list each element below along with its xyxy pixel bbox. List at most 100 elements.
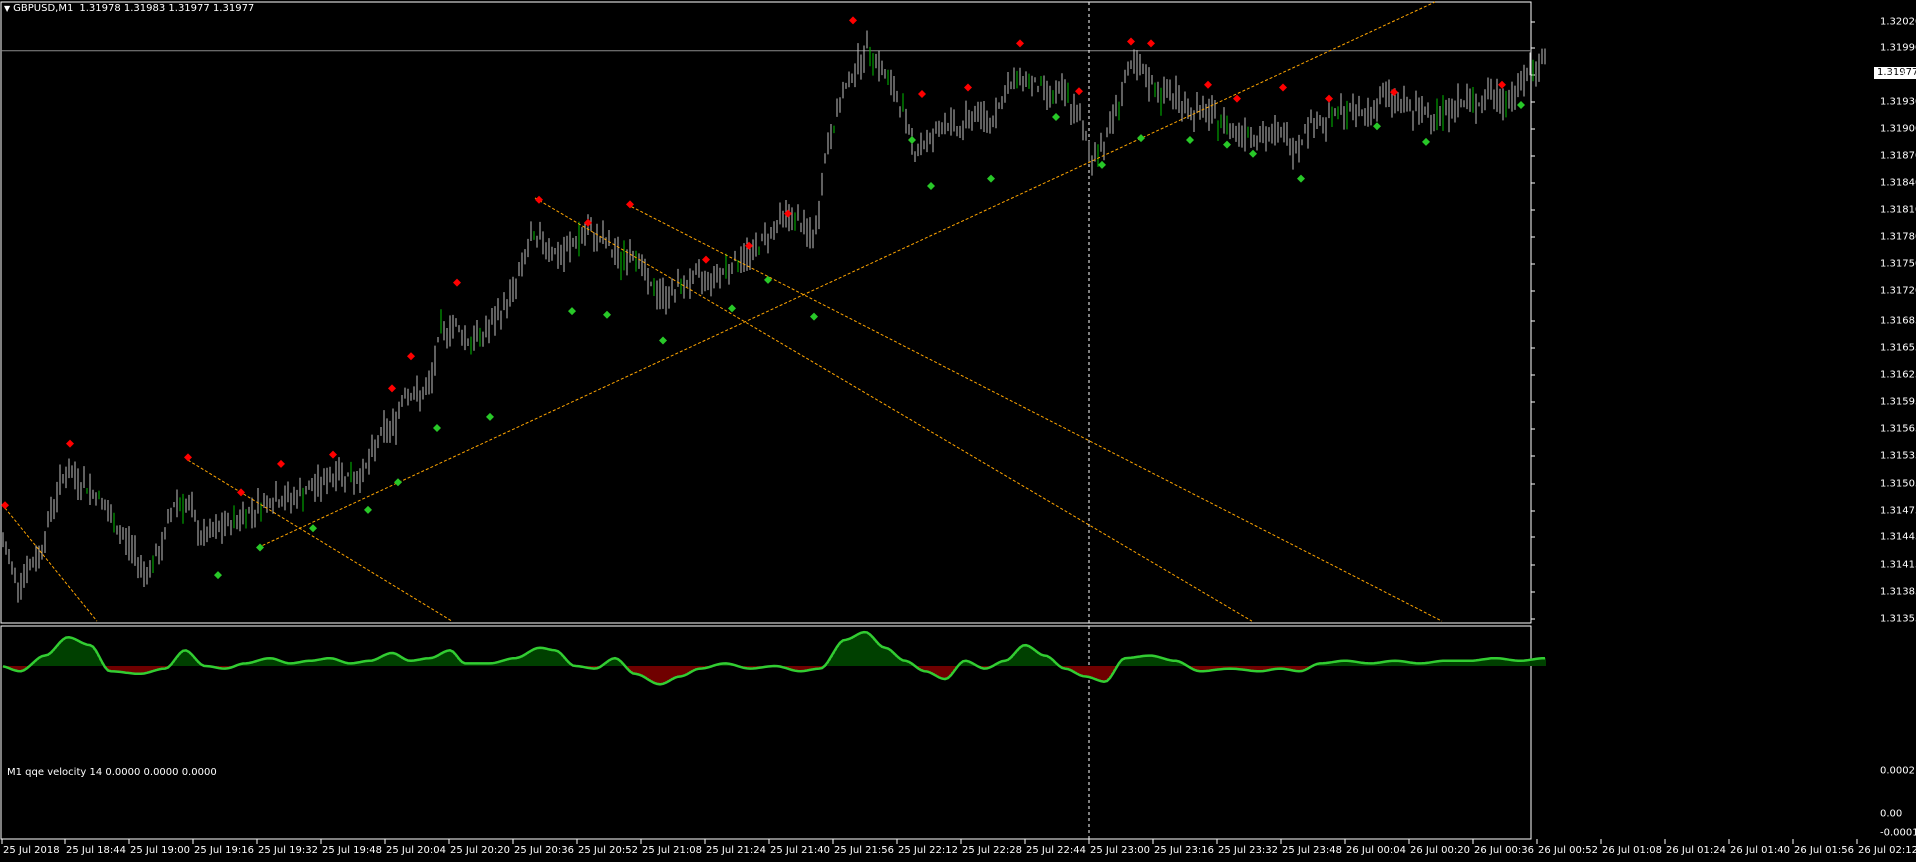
price-tick-label: 1.31720: [1880, 285, 1916, 297]
sell-signal-marker: [388, 384, 396, 393]
buy-signal-marker: [927, 182, 935, 190]
time-tick-label: 25 Jul 23:48: [1282, 845, 1342, 856]
sell-signal-marker: [1016, 39, 1024, 48]
time-tick-label: 25 Jul 22:44: [1026, 845, 1086, 856]
price-tick-label: 1.31505: [1880, 478, 1916, 490]
price-tick-label: 1.31840: [1880, 177, 1916, 189]
price-tick-label: 1.31990: [1880, 42, 1916, 54]
sell-signal-marker: [1147, 39, 1155, 48]
time-tick-label: 26 Jul 00:04: [1346, 845, 1406, 856]
chart-title: ▼ GBPUSD,M1 1.31978 1.31983 1.31977 1.3197…: [4, 3, 254, 14]
price-tick-label: 1.32020: [1880, 16, 1916, 28]
time-tick-label: 26 Jul 00:20: [1410, 845, 1470, 856]
price-tick-label: 1.31475: [1880, 505, 1916, 517]
time-tick-label: 25 Jul 19:32: [258, 845, 318, 856]
time-tick-label: 25 Jul 21:24: [706, 845, 766, 856]
price-tick-label: 1.31930: [1880, 96, 1916, 108]
sell-signal-marker: [849, 16, 857, 25]
buy-signal-marker: [214, 571, 222, 580]
time-tick-label: 25 Jul 22:28: [962, 845, 1022, 856]
oscillator-line: [2, 630, 1546, 686]
oscillator-tick-label: 0.00: [1880, 808, 1903, 820]
sell-signal-marker: [1390, 88, 1398, 97]
buy-signal-marker: [1137, 134, 1145, 143]
sell-signal-marker: [745, 241, 753, 250]
sell-signal-marker: [784, 209, 792, 218]
sell-signal-marker: [1075, 87, 1083, 96]
price-tick-label: 1.31385: [1880, 586, 1916, 598]
time-tick-label: 25 Jul 21:08: [642, 845, 702, 856]
buy-signal-marker: [486, 412, 494, 421]
buy-signal-marker: [1297, 174, 1305, 183]
buy-signal-marker: [433, 423, 441, 432]
sell-signal-marker: [964, 83, 972, 92]
time-tick-label: 25 Jul 23:00: [1090, 845, 1150, 856]
price-tick-label: 1.31655: [1880, 342, 1916, 354]
trendline: [626, 203, 1443, 622]
time-tick-label: 26 Jul 01:08: [1602, 845, 1662, 856]
price-tick-label: 1.31445: [1880, 531, 1916, 543]
time-tick-label: 26 Jul 01:40: [1730, 845, 1790, 856]
time-tick-label: 26 Jul 00:52: [1538, 845, 1598, 856]
buy-signal-marker: [1373, 122, 1381, 131]
buy-signal-marker: [728, 304, 736, 313]
sell-signal-marker: [535, 195, 543, 204]
time-tick-label: 26 Jul 01:24: [1666, 845, 1726, 856]
time-tick-label: 25 Jul 22:12: [898, 845, 958, 856]
time-tick-label: 25 Jul 21:56: [834, 845, 894, 856]
buy-signal-marker: [309, 524, 317, 533]
sell-signal-marker: [1204, 80, 1212, 89]
buy-signal-marker: [568, 307, 576, 316]
time-tick-label: 25 Jul 23:16: [1154, 845, 1214, 856]
price-tick-label: 1.31780: [1880, 231, 1916, 243]
time-tick-label: 25 Jul 20:52: [578, 845, 638, 856]
time-tick-label: 25 Jul 18:44: [66, 845, 126, 856]
time-tick-label: 25 Jul 19:48: [322, 845, 382, 856]
sell-signal-marker: [277, 459, 285, 468]
buy-signal-marker: [987, 174, 995, 183]
price-tick-label: 1.31870: [1880, 150, 1916, 162]
price-bars: [2, 30, 1546, 603]
time-tick-label: 25 Jul 19:16: [194, 845, 254, 856]
trendlines[interactable]: [4, 1, 1443, 622]
sell-signal-marker: [1127, 37, 1135, 46]
buy-signal-marker: [659, 336, 667, 345]
symbol-label: GBPUSD,M1: [13, 3, 74, 14]
time-tick-label: 26 Jul 01:56: [1794, 845, 1854, 856]
sell-signal-marker: [407, 352, 415, 361]
buy-signal-marker: [256, 543, 264, 552]
price-tick-label: 1.31595: [1880, 396, 1916, 408]
price-tick-label: 1.31625: [1880, 369, 1916, 381]
sell-signal-marker: [918, 90, 926, 98]
buy-signal-marker: [364, 505, 372, 514]
trendline: [534, 197, 1253, 622]
buy-signal-marker: [764, 275, 772, 284]
oscillator-tick-label: 0.0002: [1880, 765, 1915, 777]
price-tick-label: 1.31685: [1880, 315, 1916, 327]
sell-signal-marker: [66, 439, 74, 448]
oscillator-frame: [0, 625, 1532, 840]
sell-signal-marker: [1325, 94, 1333, 103]
sell-signal-marker: [1498, 80, 1506, 89]
time-tick-label: 25 Jul 21:40: [770, 845, 830, 856]
buy-signal-marker: [1098, 160, 1106, 169]
trendline: [4, 507, 98, 622]
buy-signal-marker: [908, 136, 916, 144]
time-tick-label: 25 Jul 23:32: [1218, 845, 1278, 856]
sell-signal-marker: [184, 453, 192, 462]
price-tick-label: 1.31535: [1880, 450, 1916, 462]
time-tick-label: 25 Jul 20:04: [386, 845, 446, 856]
time-tick-label: 25 Jul 2018: [3, 845, 60, 856]
dropdown-triangle-icon[interactable]: ▼: [4, 4, 10, 13]
sell-signal-marker: [237, 488, 245, 497]
price-chart[interactable]: [0, 0, 1916, 862]
buy-signal-marker: [1223, 140, 1231, 149]
buy-signal-marker: [1249, 149, 1257, 158]
trendline: [187, 459, 453, 622]
time-tick-label: 25 Jul 20:20: [450, 845, 510, 856]
sell-signal-marker: [1, 501, 9, 510]
price-tick-label: 1.31355: [1880, 613, 1916, 625]
buy-signal-marker: [1422, 137, 1430, 146]
signal-markers: [1, 16, 1525, 580]
sell-signal-marker: [1279, 83, 1287, 92]
